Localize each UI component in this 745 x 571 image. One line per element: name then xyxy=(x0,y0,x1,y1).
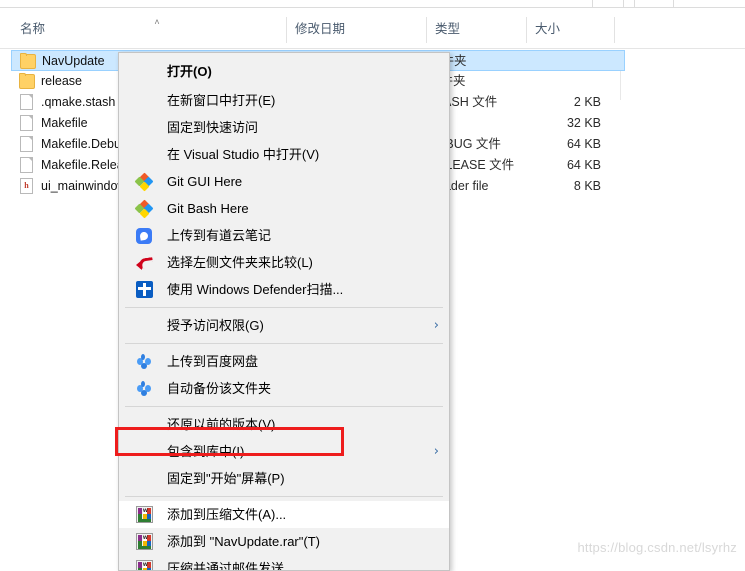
menu-item-label: 包含到库中(I) xyxy=(167,444,245,459)
winrar-icon: w xyxy=(136,533,153,550)
toolbar-segment-2[interactable] xyxy=(634,0,674,8)
folder-icon xyxy=(19,73,35,89)
menu-item-git-gui-here[interactable]: Git GUI Here xyxy=(119,168,449,195)
menu-separator xyxy=(125,406,443,407)
file-size: 8 KB xyxy=(573,179,601,193)
column-header-type-label: 类型 xyxy=(435,22,461,36)
menu-item-label: 上传到有道云笔记 xyxy=(167,228,272,243)
menu-item-upload-to-youdao[interactable]: 上传到有道云笔记 xyxy=(119,222,449,249)
youdao-icon xyxy=(136,228,152,244)
menu-item-label: Git Bash Here xyxy=(167,201,249,216)
file-explorer-window: 名称 ˄ 修改日期 类型 大小 NavUpdate 文件夹 release 文件… xyxy=(0,0,745,571)
file-size: 64 KB xyxy=(566,137,601,151)
menu-item-label: 上传到百度网盘 xyxy=(167,354,259,369)
menu-item-grant-access[interactable]: 授予访问权限(G) › xyxy=(119,312,449,339)
menu-item-label: 使用 Windows Defender扫描... xyxy=(167,282,344,297)
git-icon xyxy=(134,172,154,191)
menu-item-upload-to-baidu-netdisk[interactable]: 上传到百度网盘 xyxy=(119,348,449,375)
menu-item-open[interactable]: 打开(O) xyxy=(119,56,449,87)
file-icon xyxy=(20,136,33,152)
menu-item-auto-backup-folder[interactable]: 自动备份该文件夹 xyxy=(119,375,449,402)
menu-item-label: 固定到"开始"屏幕(P) xyxy=(167,471,285,486)
menu-item-label: 添加到 "NavUpdate.rar"(T) xyxy=(167,534,320,549)
file-size: 32 KB xyxy=(566,116,601,130)
menu-item-git-bash-here[interactable]: Git Bash Here xyxy=(119,195,449,222)
column-header-name-label: 名称 xyxy=(20,22,46,36)
menu-item-label: 选择左侧文件夹来比较(L) xyxy=(167,255,313,270)
baidu-netdisk-icon xyxy=(136,381,152,397)
menu-item-open-in-new-window[interactable]: 在新窗口中打开(E) xyxy=(119,87,449,114)
menu-item-label: 授予访问权限(G) xyxy=(167,318,264,333)
column-header-size-label: 大小 xyxy=(535,22,561,36)
column-divider-4[interactable] xyxy=(614,17,615,43)
menu-item-include-in-library[interactable]: 包含到库中(I) › xyxy=(119,438,449,465)
menu-item-label: 固定到快速访问 xyxy=(167,120,259,135)
column-header-name[interactable]: 名称 xyxy=(11,9,286,49)
sort-ascending-icon: ˄ xyxy=(154,17,160,27)
folder-icon xyxy=(20,53,36,69)
toolbar-segment-1[interactable] xyxy=(592,0,624,8)
toolbar-strip xyxy=(0,0,745,8)
menu-item-open-in-visual-studio[interactable]: 在 Visual Studio 中打开(V) xyxy=(119,141,449,168)
column-header-date-modified-label: 修改日期 xyxy=(295,22,346,36)
menu-item-label: 自动备份该文件夹 xyxy=(167,381,272,396)
menu-item-label: Git GUI Here xyxy=(167,174,243,189)
menu-item-label: 在 Visual Studio 中打开(V) xyxy=(167,147,320,162)
menu-item-add-to-archive[interactable]: w 添加到压缩文件(A)... xyxy=(119,501,449,528)
menu-item-label: 还原以前的版本(V) xyxy=(167,417,276,432)
file-icon xyxy=(20,157,33,173)
menu-item-pin-to-quick-access[interactable]: 固定到快速访问 xyxy=(119,114,449,141)
menu-item-restore-previous-versions[interactable]: 还原以前的版本(V) xyxy=(119,411,449,438)
file-name: Makefile xyxy=(41,116,88,130)
menu-item-compress-and-email[interactable]: w 压缩并通过邮件发送... xyxy=(119,555,449,571)
file-name: Makefile.Debug xyxy=(41,137,128,151)
file-icon xyxy=(20,115,33,131)
menu-item-label: 打开(O) xyxy=(167,64,212,79)
file-icon xyxy=(20,94,33,110)
column-header-type[interactable]: 类型 xyxy=(426,9,526,49)
chevron-right-icon: › xyxy=(433,318,439,333)
git-icon xyxy=(134,199,154,218)
file-name: .qmake.stash xyxy=(41,95,116,109)
header-file-icon: h xyxy=(20,178,33,194)
defender-shield-icon xyxy=(136,281,153,298)
menu-item-add-to-navupdate-rar[interactable]: w 添加到 "NavUpdate.rar"(T) xyxy=(119,528,449,555)
menu-item-label: 添加到压缩文件(A)... xyxy=(167,507,287,522)
beyond-compare-icon xyxy=(136,255,152,271)
column-header-size[interactable]: 大小 xyxy=(526,9,614,49)
menu-item-pin-to-start[interactable]: 固定到"开始"屏幕(P) xyxy=(119,465,449,492)
menu-separator xyxy=(125,496,443,497)
winrar-icon: w xyxy=(136,506,153,523)
file-name: release xyxy=(41,74,82,88)
menu-item-select-left-folder-compare[interactable]: 选择左侧文件夹来比较(L) xyxy=(119,249,449,276)
watermark-text: https://blog.csdn.net/lsyrhz xyxy=(577,540,737,555)
file-name: NavUpdate xyxy=(42,54,105,68)
chevron-right-icon: › xyxy=(433,444,439,459)
column-header-row: 名称 ˄ 修改日期 类型 大小 xyxy=(0,9,745,49)
menu-item-label: 压缩并通过邮件发送... xyxy=(167,561,295,571)
menu-item-scan-with-defender[interactable]: 使用 Windows Defender扫描... xyxy=(119,276,449,303)
file-size: 64 KB xyxy=(566,158,601,172)
menu-separator xyxy=(125,343,443,344)
context-menu: 打开(O) 在新窗口中打开(E) 固定到快速访问 在 Visual Studio… xyxy=(118,52,450,571)
file-size: 2 KB xyxy=(573,95,601,109)
winrar-icon: w xyxy=(136,560,153,570)
menu-separator xyxy=(125,307,443,308)
baidu-netdisk-icon xyxy=(136,354,152,370)
column-header-date-modified[interactable]: 修改日期 xyxy=(286,9,426,49)
menu-item-label: 在新窗口中打开(E) xyxy=(167,93,276,108)
